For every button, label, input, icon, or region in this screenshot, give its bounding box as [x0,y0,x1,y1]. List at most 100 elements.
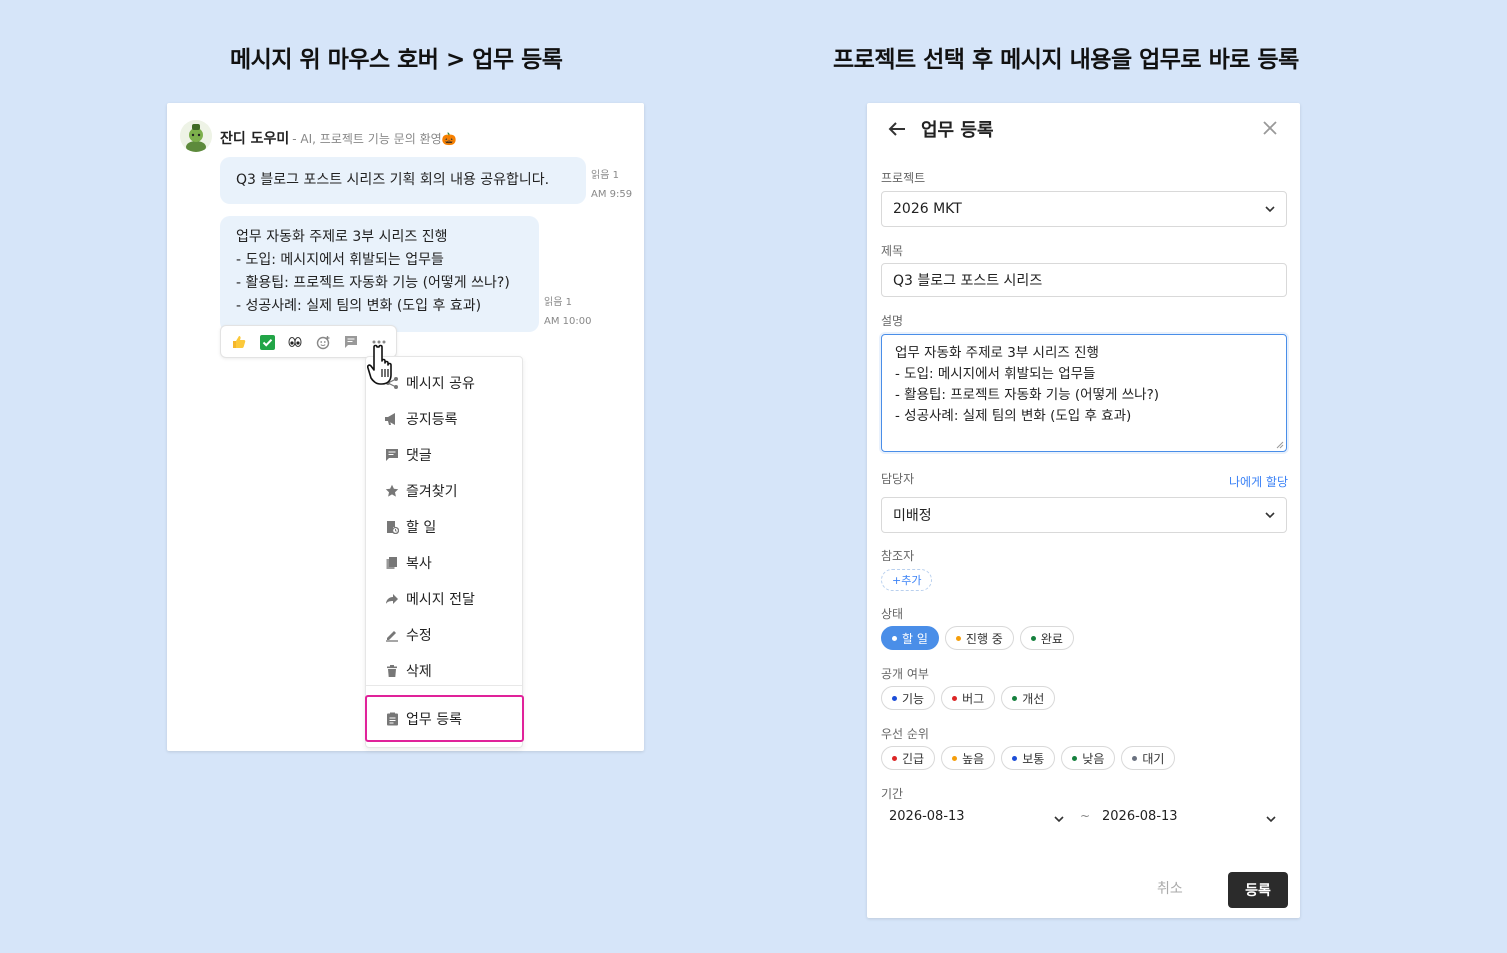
message-text: - 성공사례: 실제 팀의 변화 (도입 후 효과) [236,298,482,314]
bot-avatar-icon [180,120,212,152]
chevron-down-icon [1266,816,1276,823]
chip-label: 버그 [962,691,985,706]
task-icon [366,712,406,726]
read-count: 읽음 1 [544,297,572,308]
close-icon[interactable] [1262,120,1278,136]
message-time: AM 10:00 [544,316,592,327]
end-date[interactable]: 2026-08-13 [1102,809,1178,824]
thumbs-up-icon[interactable] [230,333,248,351]
comment-icon [366,448,406,462]
eyes-icon[interactable] [286,333,304,351]
menu-item-edit[interactable]: 수정 [366,617,524,653]
chip-dot [1072,755,1078,761]
message-meta: 읽음 1 AM 9:59 [591,166,632,204]
chip-dot [892,755,897,761]
chip-label: 완료 [1040,631,1063,646]
copy-icon [366,556,406,570]
edit-icon [366,628,406,642]
menu-item-delete[interactable]: 삭제 [366,653,524,689]
title-label: 제목 [881,244,904,258]
menu-item-comment[interactable]: 댓글 [366,437,524,473]
megaphone-icon [366,412,406,426]
assignee-value: 미배정 [893,508,932,524]
chip-dot [1012,695,1018,701]
menu-item-label: 업무 등록 [406,712,462,728]
description-line: - 도입: 메시지에서 휘발되는 업무들 [895,366,1096,382]
chip-label: 진행 중 [965,631,1003,646]
priority-chip-high[interactable]: 높음 [941,746,996,770]
left-heading: 메시지 위 마우스 호버 > 업무 등록 [230,47,563,73]
chevron-down-icon [1265,206,1275,213]
menu-item-register-task[interactable]: 업무 등록 [366,701,524,737]
cancel-button[interactable]: 취소 [1157,878,1183,898]
message-time: AM 9:59 [591,189,633,200]
chip-label: 보통 [1022,751,1045,766]
submit-button[interactable]: 등록 [1228,872,1288,908]
visibility-chip-feature[interactable]: 기능 [881,686,936,710]
project-select[interactable]: 2026 MKT [881,191,1287,227]
message-bubble[interactable]: 업무 자동화 주제로 3부 시리즈 진행 - 도입: 메시지에서 휘발되는 업무… [220,216,539,332]
priority-label: 우선 순위 [881,727,929,741]
menu-item-label: 공지등록 [406,412,458,428]
chip-label: 개선 [1022,691,1045,706]
priority-chip-urgent[interactable]: 긴급 [881,746,936,770]
trash-icon [366,664,406,678]
sender-name[interactable]: 잔디 도우미 [220,131,289,147]
visibility-label: 공개 여부 [881,667,929,681]
task-form-panel: 업무 등록 프로젝트 2026 MKT 제목 Q3 블로그 포스트 시리즈 설명… [867,103,1300,918]
status-dot [1030,635,1036,641]
chip-label: 긴급 [902,751,925,766]
add-emoji-icon[interactable] [314,333,332,351]
menu-item-label: 복사 [406,556,432,572]
comment-icon[interactable] [342,333,360,351]
priority-chip-low[interactable]: 낮음 [1061,746,1116,770]
status-label: 상태 [881,607,904,621]
description-line: - 성공사례: 실제 팀의 변화 (도입 후 효과) [895,408,1132,424]
visibility-chip-bug[interactable]: 버그 [941,686,996,710]
description-textarea[interactable]: 업무 자동화 주제로 3부 시리즈 진행 - 도입: 메시지에서 휘발되는 업무… [881,334,1287,452]
visibility-options: 기능 버그 개선 [881,686,1056,710]
project-label: 프로젝트 [881,171,926,185]
right-heading: 프로젝트 선택 후 메시지 내용을 업무로 바로 등록 [833,47,1299,73]
title-input[interactable]: Q3 블로그 포스트 시리즈 [881,263,1287,297]
chip-label: 낮음 [1082,751,1105,766]
status-chip-todo[interactable]: 할 일 [881,626,939,650]
sender-role: - AI, 프로젝트 기능 문의 환영🎃 [292,132,457,146]
status-dot [955,635,961,641]
todo-icon [366,520,406,534]
form-title: 업무 등록 [921,120,994,141]
assignee-label: 담당자 [881,472,915,486]
chip-label: 할 일 [902,631,928,646]
menu-item-copy[interactable]: 복사 [366,545,524,581]
chip-dot [892,695,897,701]
assignee-select[interactable]: 미배정 [881,497,1287,533]
participants-label: 참조자 [881,549,915,563]
title-value: Q3 블로그 포스트 시리즈 [893,273,1043,289]
project-value: 2026 MKT [893,201,962,217]
chip-label: 대기 [1142,751,1165,766]
visibility-chip-improvement[interactable]: 개선 [1001,686,1056,710]
start-date[interactable]: 2026-08-13 [889,809,965,824]
priority-chip-hold[interactable]: 대기 [1121,746,1176,770]
message-bubble[interactable]: Q3 블로그 포스트 시리즈 기획 회의 내용 공유합니다. [220,157,586,204]
chip-dot [952,755,958,761]
avatar[interactable] [180,120,212,152]
status-chip-in-progress[interactable]: 진행 중 [944,626,1014,650]
status-chip-done[interactable]: 완료 [1019,626,1074,650]
message-text: 업무 자동화 주제로 3부 시리즈 진행 [236,229,448,245]
menu-item-favorite[interactable]: 즐겨찾기 [366,473,524,509]
add-participant-button[interactable]: +추가 [881,569,933,591]
menu-item-forward[interactable]: 메시지 전달 [366,581,524,617]
menu-item-todo[interactable]: 할 일 [366,509,524,545]
priority-options: 긴급 높음 보통 낮음 대기 [881,746,1176,770]
menu-item-label: 메시지 공유 [406,376,475,392]
assign-to-me-link[interactable]: 나에게 할당 [1229,473,1288,490]
check-icon[interactable] [258,333,276,351]
priority-chip-normal[interactable]: 보통 [1001,746,1056,770]
back-arrow-icon[interactable] [886,118,908,140]
description-label: 설명 [881,314,904,328]
message-context-menu: 메시지 공유 공지등록 댓글 즐겨찾기 할 일 복사 메시지 전달 수정 삭제 … [365,356,523,748]
status-dot [892,635,897,641]
menu-item-notice[interactable]: 공지등록 [366,401,524,437]
description-line: 업무 자동화 주제로 3부 시리즈 진행 [895,345,1099,361]
